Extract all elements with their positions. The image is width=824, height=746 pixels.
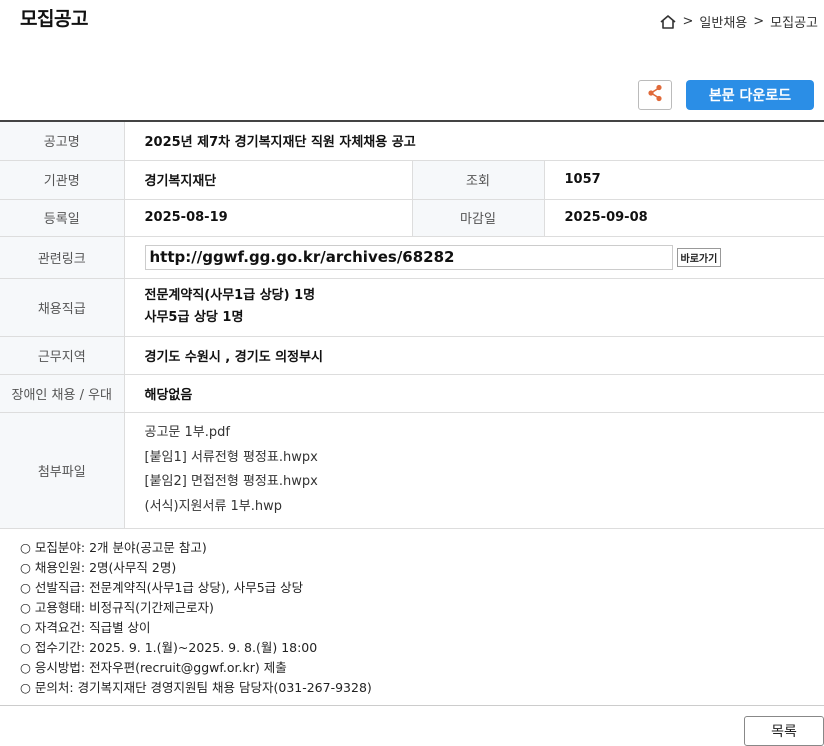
table-row: 기관명 경기복지재단 조회 1057 [0,160,824,200]
views-label: 조회 [411,160,545,200]
title-value: 2025년 제7차 경기복지재단 직원 자체채용 공고 [124,121,824,161]
deadline-value: 2025-09-08 [544,199,824,237]
go-link-button[interactable]: 바로가기 [676,247,722,267]
position-label: 채용직급 [0,278,125,337]
region-label: 근무지역 [0,336,125,375]
table-row: 공고명 2025년 제7차 경기복지재단 직원 자체채용 공고 [0,121,824,161]
summary-line: ○ 모집분야: 2개 분야(공고문 참고) [20,540,207,555]
attachment-link[interactable]: 공고문 1부.pdf [145,421,824,446]
summary-line: ○ 응시방법: 전자우편(recruit@ggwf.or.kr) 제출 [20,660,287,675]
breadcrumb-sep: > [753,14,765,29]
notice-summary: ○ 모집분야: 2개 분야(공고문 참고) ○ 채용인원: 2명(사무직 2명)… [20,538,372,698]
link-label: 관련링크 [0,236,125,279]
summary-line: ○ 고용형태: 비정규직(기간제근로자) [20,600,214,615]
region-value: 경기도 수원시 , 경기도 의정부시 [124,336,824,375]
summary-line: ○ 채용인원: 2명(사무직 2명) [20,560,177,575]
org-label: 기관명 [0,160,125,200]
title-label: 공고명 [0,121,125,161]
reg-date-value: 2025-08-19 [124,199,412,237]
reg-date-label: 등록일 [0,199,125,237]
org-value: 경기복지재단 [124,160,412,200]
position-line: 사무5급 상당 1명 [144,310,244,325]
attachment-link[interactable]: [붙임1] 서류전형 평정표.hwpx [145,446,824,471]
breadcrumb-sep: > [682,14,694,29]
download-button[interactable]: 본문 다운로드 [686,80,814,110]
related-link-field[interactable]: http://ggwf.gg.go.kr/archives/68282 [144,244,673,270]
table-row: 첨부파일 공고문 1부.pdf [붙임1] 서류전형 평정표.hwpx [붙임2… [0,412,824,529]
summary-line: ○ 문의처: 경기복지재단 경영지원팀 채용 담당자(031-267-9328) [20,680,372,695]
attachment-link[interactable]: [붙임2] 면접전형 평정표.hwpx [145,470,824,495]
notice-details-table: 공고명 2025년 제7차 경기복지재단 직원 자체채용 공고 기관명 경기복지… [0,120,824,529]
position-line: 전문계약직(사무1급 상당) 1명 [144,288,316,303]
attachment-link[interactable]: (서식)지원서류 1부.hwp [145,495,824,520]
summary-line: ○ 선발직급: 전문계약직(사무1급 상당), 사무5급 상당 [20,580,304,595]
summary-line: ○ 자격요건: 직급별 상이 [20,620,151,635]
table-row: 근무지역 경기도 수원시 , 경기도 의정부시 [0,336,824,375]
table-row: 등록일 2025-08-19 마감일 2025-09-08 [0,199,824,237]
link-cell: http://ggwf.gg.go.kr/archives/68282 바로가기 [124,236,824,279]
share-button[interactable] [638,80,672,110]
table-row: 채용직급 전문계약직(사무1급 상당) 1명 사무5급 상당 1명 [0,278,824,337]
files-label: 첨부파일 [0,412,125,529]
disability-label: 장애인 채용 / 우대 [0,374,125,413]
position-value: 전문계약직(사무1급 상당) 1명 사무5급 상당 1명 [124,278,824,337]
divider [0,705,824,706]
disability-value: 해당없음 [124,374,824,413]
breadcrumb-item-recruit[interactable]: 모집공고 [770,12,818,31]
summary-line: ○ 접수기간: 2025. 9. 1.(월)~2025. 9. 8.(월) 18… [20,640,318,655]
table-row: 장애인 채용 / 우대 해당없음 [0,374,824,413]
files-cell: 공고문 1부.pdf [붙임1] 서류전형 평정표.hwpx [붙임2] 면접전… [124,412,824,529]
breadcrumb-item-general[interactable]: 일반채용 [699,12,747,31]
share-icon [647,84,663,106]
views-value: 1057 [544,160,824,200]
home-icon[interactable] [659,14,677,30]
breadcrumb: > 일반채용 > 모집공고 [659,12,824,31]
list-button[interactable]: 목록 [744,716,824,746]
table-row: 관련링크 http://ggwf.gg.go.kr/archives/68282… [0,236,824,279]
deadline-label: 마감일 [411,199,545,237]
page-title: 모집공고 [20,8,88,30]
